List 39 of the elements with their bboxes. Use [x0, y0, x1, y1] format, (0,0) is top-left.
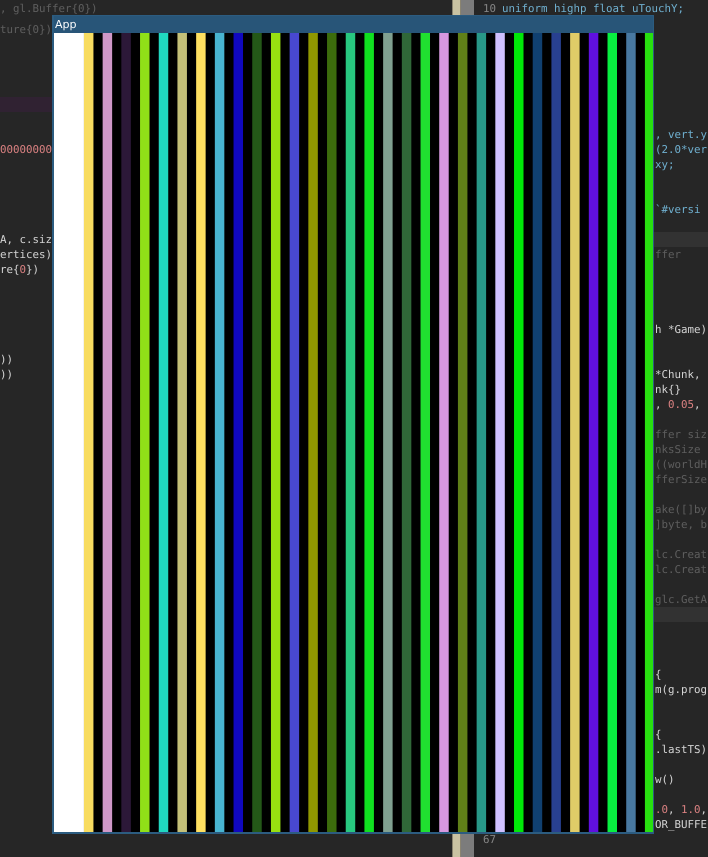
- code-line: fferSize: [654, 472, 708, 487]
- code-line: A, c.siz: [0, 232, 52, 247]
- scrollbar-segment[interactable]: [452, 0, 474, 15]
- code-line: glc.GetA: [654, 592, 708, 607]
- code-line: OR_BUFFE: [654, 817, 708, 832]
- code-line: ertices): [0, 247, 52, 262]
- code-line: ffer: [654, 247, 682, 262]
- code-line: )): [0, 352, 14, 367]
- code-line: `#versi: [654, 202, 701, 217]
- code-line: *Chunk,: [654, 367, 701, 382]
- code-line: .lastTS): [654, 742, 708, 757]
- code-line: nk{}: [654, 382, 682, 397]
- code-line: {: [654, 727, 662, 742]
- code-line: lc.Creat: [654, 562, 708, 577]
- code-line: m(g.prog: [654, 682, 708, 697]
- code-line: {: [654, 667, 662, 682]
- window-title: App: [54, 18, 76, 31]
- code-line: .0, 1.0,: [654, 802, 708, 817]
- code-line: ((worldH: [654, 457, 708, 472]
- code-line: nksSize: [654, 442, 701, 457]
- code-line: ffer siz: [654, 427, 708, 442]
- code-line: ake([]by: [654, 502, 708, 517]
- code-line: ture{0}): [0, 22, 52, 37]
- code-line: 00000000: [0, 142, 52, 157]
- code-line: re{0}): [0, 262, 40, 277]
- code-line: (2.0*ver: [654, 142, 708, 157]
- code-line: xy;: [654, 157, 675, 172]
- code-line: lc.Creat: [654, 547, 708, 562]
- scrollbar-segment[interactable]: [452, 834, 474, 857]
- code-line: , vert.y: [654, 127, 708, 142]
- code-line: uniform highp float uTouchY;: [502, 2, 684, 14]
- code-line: , 0.05,: [654, 397, 701, 412]
- code-line: )): [0, 367, 14, 382]
- code-line: , gl.Buffer{0}): [0, 2, 98, 14]
- code-line: ]byte, b: [654, 517, 708, 532]
- line-number: 67: [482, 832, 496, 847]
- code-line: h *Game): [654, 322, 708, 337]
- line-number: 10: [482, 2, 496, 14]
- code-line: w(): [654, 772, 675, 787]
